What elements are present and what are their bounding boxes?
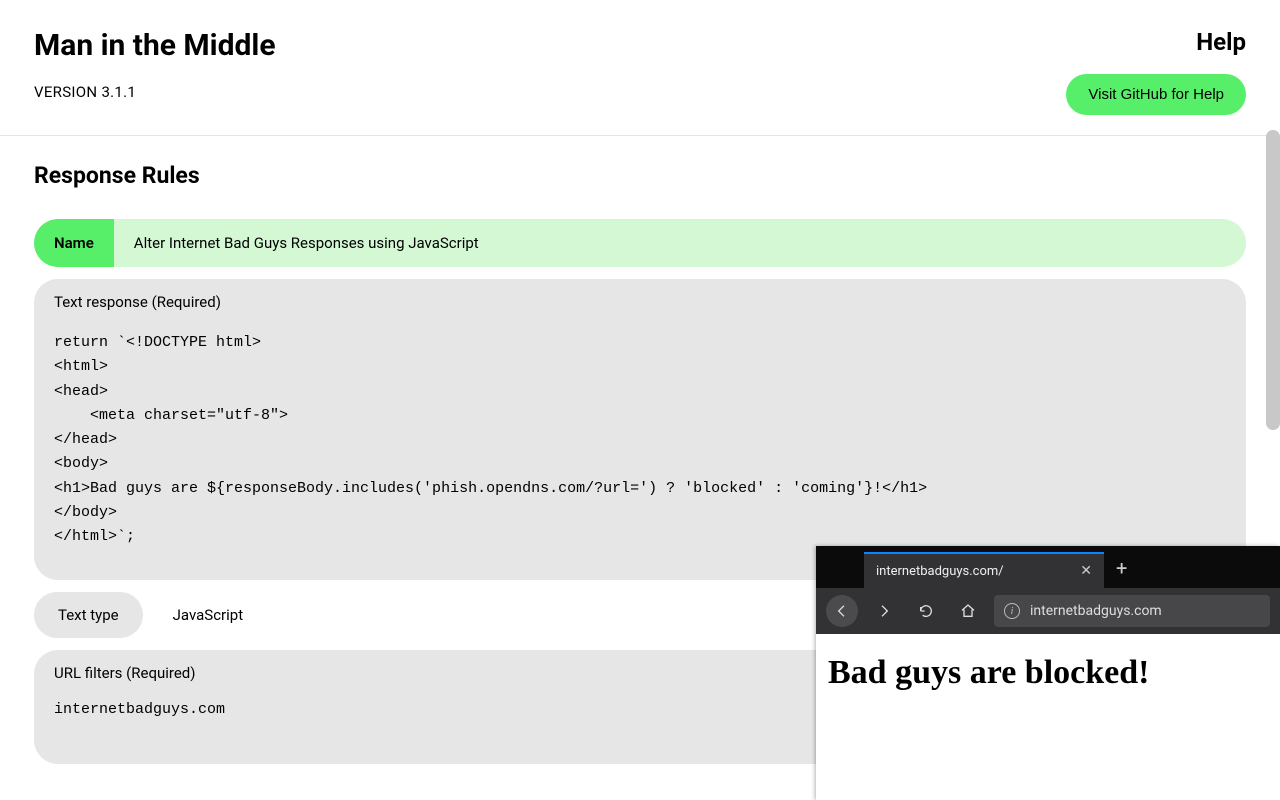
browser-viewport: Bad guys are blocked!: [816, 634, 1280, 800]
forward-icon[interactable]: [868, 595, 900, 627]
visit-github-button[interactable]: Visit GitHub for Help: [1066, 74, 1246, 115]
info-icon[interactable]: i: [1004, 603, 1020, 619]
back-icon[interactable]: [826, 595, 858, 627]
section-title: Response Rules: [34, 162, 1246, 189]
text-type-value: JavaScript: [143, 592, 263, 638]
name-chip: Name: [34, 219, 114, 267]
home-icon[interactable]: [952, 595, 984, 627]
scrollbar[interactable]: [1266, 130, 1280, 430]
rule-name-row[interactable]: Name Alter Internet Bad Guys Responses u…: [34, 219, 1246, 267]
text-response-label: Text response (Required): [54, 293, 1226, 311]
close-icon[interactable]: ✕: [1080, 563, 1092, 579]
browser-tab-title: internetbadguys.com/: [876, 564, 1004, 579]
browser-tabbar: internetbadguys.com/ ✕ +: [816, 546, 1280, 588]
header-left: Man in the Middle VERSION 3.1.1: [34, 28, 276, 115]
rule-name-value: Alter Internet Bad Guys Responses using …: [114, 219, 499, 267]
text-response-block[interactable]: Text response (Required) return `<!DOCTY…: [34, 279, 1246, 580]
text-type-chip: Text type: [34, 592, 143, 638]
new-tab-icon[interactable]: +: [1116, 556, 1127, 580]
page-heading: Bad guys are blocked!: [828, 654, 1268, 692]
help-heading: Help: [1066, 28, 1246, 56]
url-bar[interactable]: i internetbadguys.com: [994, 595, 1270, 627]
app-version: VERSION 3.1.1: [34, 83, 276, 101]
app-title: Man in the Middle: [34, 28, 276, 63]
header-right: Help Visit GitHub for Help: [1066, 28, 1246, 115]
app-header: Man in the Middle VERSION 3.1.1 Help Vis…: [0, 0, 1280, 136]
browser-tab[interactable]: internetbadguys.com/ ✕: [864, 552, 1104, 588]
reload-icon[interactable]: [910, 595, 942, 627]
text-response-code[interactable]: return `<!DOCTYPE html> <html> <head> <m…: [54, 311, 1226, 566]
url-text: internetbadguys.com: [1030, 603, 1162, 619]
browser-preview: internetbadguys.com/ ✕ + i internetbadgu…: [816, 546, 1280, 800]
browser-navbar: i internetbadguys.com: [816, 588, 1280, 634]
